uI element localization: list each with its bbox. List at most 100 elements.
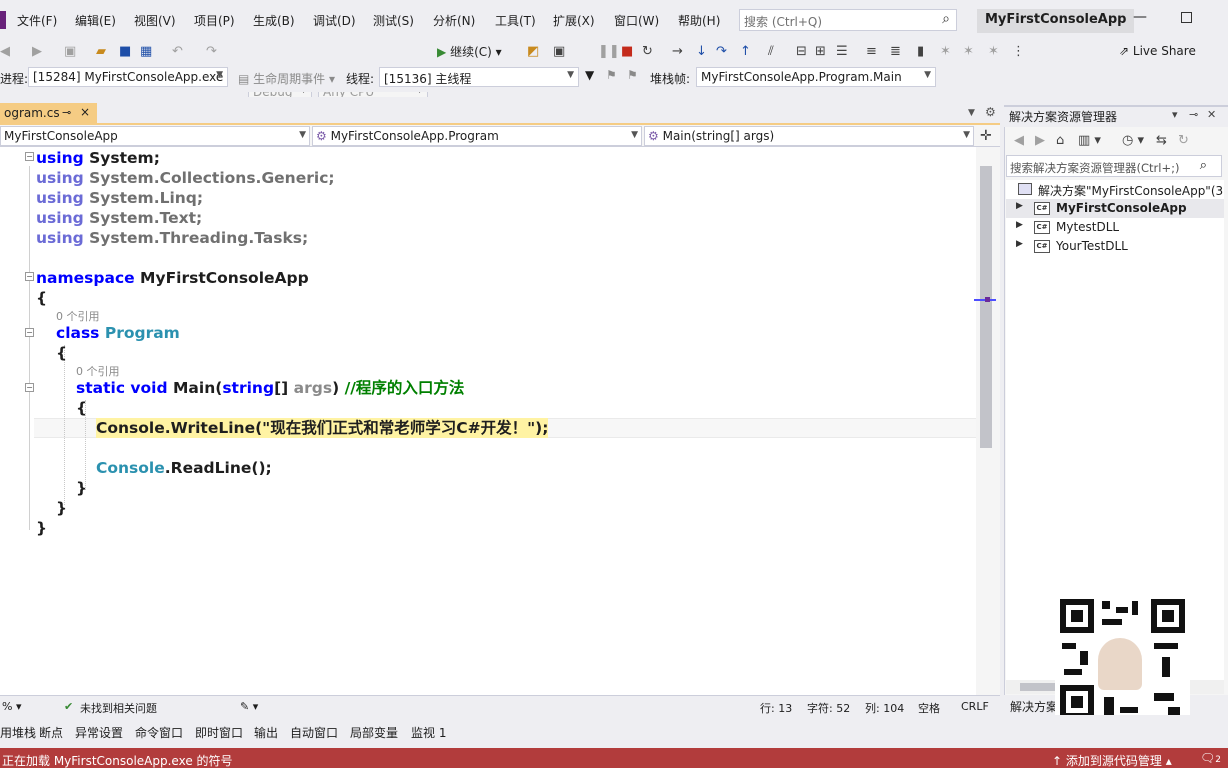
home-icon[interactable]: ⌂ <box>1056 133 1064 148</box>
collapse-namespace-icon[interactable]: − <box>25 272 34 281</box>
tree-item-solution[interactable]: 解决方案"MyFirstConsoleApp"(3 <box>1006 180 1224 199</box>
lifecycle-events[interactable]: ▤ 生命周期事件 ▾ <box>238 70 335 87</box>
whitespace-mode[interactable]: 空格 <box>918 700 940 716</box>
flag-threads-icon[interactable]: ⚑ <box>606 68 617 82</box>
toolbar-options-icon[interactable]: ⋮ <box>1012 44 1025 59</box>
uncomment-icon[interactable]: ≣ <box>890 44 901 59</box>
tab-exception-settings[interactable]: 异常设置 <box>75 724 123 741</box>
pause-icon[interactable]: ❚❚ <box>598 44 620 59</box>
stop-icon[interactable]: ■ <box>621 44 633 59</box>
tree-item-project[interactable]: ▶ C# MytestDLL <box>1006 218 1224 237</box>
menu-tools[interactable]: 工具(T) <box>495 12 536 29</box>
menu-window[interactable]: 窗口(W) <box>614 12 659 29</box>
source-control-button[interactable]: ↑ 添加到源代码管理 ▴ <box>1052 752 1172 768</box>
tab-watch-1[interactable]: 监视 1 <box>411 724 446 741</box>
line-ending[interactable]: CRLF <box>961 700 989 713</box>
collapse-method-icon[interactable]: − <box>25 383 34 392</box>
tree-item-project[interactable]: ▶ C# YourTestDLL <box>1006 237 1224 256</box>
tab-command-window[interactable]: 命令窗口 <box>135 724 183 741</box>
tab-breakpoints[interactable]: 断点 <box>39 724 63 741</box>
prev-bookmark-icon[interactable]: ✶ <box>940 44 951 59</box>
live-share-button[interactable]: ⇗ Live Share <box>1119 44 1196 58</box>
hot-reload-icon[interactable]: ⫽ <box>768 44 774 59</box>
bookmark-icon[interactable]: ▮ <box>917 44 924 59</box>
save-all-icon[interactable]: ▦ <box>140 44 152 59</box>
tab-overflow-icon[interactable]: ▼ <box>968 108 975 118</box>
step-over-icon[interactable]: ↷ <box>716 44 727 59</box>
tab-locals[interactable]: 局部变量 <box>350 724 398 741</box>
restart-icon[interactable]: ↻ <box>642 44 653 59</box>
stackframe-select[interactable]: MyFirstConsoleApp.Program.Main ▼ <box>696 67 936 87</box>
tab-autos[interactable]: 自动窗口 <box>290 724 338 741</box>
back-icon[interactable]: ◀ <box>0 44 10 59</box>
toggle-tracepoint-icon[interactable]: ⊟ <box>796 44 807 59</box>
codelens-references[interactable]: 0 个引用 <box>76 363 120 379</box>
member-nav-select[interactable]: ⚙ Main(string[] args) ▼ <box>644 126 974 146</box>
pin-icon[interactable]: ⊸ <box>1189 108 1198 121</box>
menu-extensions[interactable]: 扩展(X) <box>553 12 595 29</box>
tab-call-stack[interactable]: 用堆栈 <box>0 724 36 741</box>
menu-edit[interactable]: 编辑(E) <box>75 12 116 29</box>
menu-test[interactable]: 测试(S) <box>373 12 414 29</box>
brush-icon[interactable]: ✎ ▾ <box>240 700 258 713</box>
step-into-icon[interactable]: ↓ <box>696 44 707 59</box>
open-folder-icon[interactable]: ▰ <box>96 44 106 59</box>
panel-menu-icon[interactable]: ▾ <box>1172 108 1178 121</box>
menu-build[interactable]: 生成(B) <box>253 12 295 29</box>
menu-analyze[interactable]: 分析(N) <box>433 12 475 29</box>
screenshot-icon[interactable]: ▣ <box>553 44 565 59</box>
show-next-statement-icon[interactable]: → <box>672 44 683 59</box>
sync-icon[interactable]: ⇆ <box>1156 133 1167 148</box>
project-nav-select[interactable]: MyFirstConsoleApp ▼ <box>0 126 310 146</box>
clear-bookmarks-icon[interactable]: ✶ <box>988 44 999 59</box>
forward-icon[interactable]: ▶ <box>32 44 42 59</box>
codelens-references[interactable]: 0 个引用 <box>56 308 100 324</box>
collapse-using-icon[interactable]: − <box>25 152 34 161</box>
tab-output[interactable]: 输出 <box>254 724 278 741</box>
collapse-class-icon[interactable]: − <box>25 328 34 337</box>
tab-program-cs[interactable]: ogram.cs ⊸ × <box>0 103 97 125</box>
save-icon[interactable]: ■ <box>119 44 131 59</box>
flag-icon[interactable]: ⚑ <box>627 68 638 82</box>
breakpoint-window-icon[interactable]: ⊞ <box>815 44 826 59</box>
new-item-icon[interactable]: ▣ <box>64 44 76 59</box>
tree-item-project[interactable]: ▶ C# MyFirstConsoleApp <box>1006 199 1224 218</box>
menu-file[interactable]: 文件(F) <box>17 12 57 29</box>
issues-status[interactable]: 未找到相关问题 <box>80 700 157 716</box>
gear-icon[interactable]: ⚙ <box>985 105 996 119</box>
close-icon[interactable]: × <box>80 105 90 119</box>
expand-icon[interactable]: ▶ <box>1016 220 1023 230</box>
expand-icon[interactable]: ▶ <box>1016 239 1023 249</box>
back-icon[interactable]: ◀ <box>1014 133 1024 148</box>
menu-view[interactable]: 视图(V) <box>134 12 176 29</box>
maximize-icon[interactable] <box>1181 12 1192 23</box>
close-icon[interactable]: ✕ <box>1207 108 1216 121</box>
menu-help[interactable]: 帮助(H) <box>678 12 720 29</box>
expand-icon[interactable]: ▶ <box>1016 201 1023 211</box>
refresh-icon[interactable]: ↻ <box>1178 133 1189 148</box>
next-bookmark-icon[interactable]: ✶ <box>963 44 974 59</box>
continue-button[interactable]: ▶ 继续(C) ▾ <box>437 43 502 60</box>
process-select[interactable]: [15284] MyFirstConsoleApp.exe ▼ <box>28 67 228 87</box>
filter-icon[interactable]: ▼ <box>585 68 594 82</box>
format-icon[interactable]: ☰ <box>836 44 848 59</box>
step-out-icon[interactable]: ↑ <box>740 44 751 59</box>
scrollbar-thumb[interactable] <box>980 166 992 448</box>
pending-changes-icon[interactable]: ◷ ▾ <box>1122 133 1144 148</box>
visual-studio-logo-icon[interactable] <box>0 11 6 29</box>
thread-select[interactable]: [15136] 主线程 ▼ <box>379 67 579 87</box>
redo-icon[interactable]: ↷ <box>206 44 217 59</box>
forward-icon[interactable]: ▶ <box>1035 133 1045 148</box>
zoom-select[interactable]: % ▾ <box>2 700 21 713</box>
tab-immediate-window[interactable]: 即时窗口 <box>195 724 243 741</box>
menu-project[interactable]: 项目(P) <box>194 12 235 29</box>
notifications-icon[interactable]: 🗨2 <box>1200 751 1221 765</box>
split-editor-icon[interactable]: ✛ <box>980 128 992 144</box>
undo-icon[interactable]: ↶ <box>172 44 183 59</box>
comment-icon[interactable]: ≡ <box>866 44 877 59</box>
pin-icon[interactable]: ⊸ <box>62 106 71 119</box>
search-input[interactable]: 搜索 (Ctrl+Q) ⌕ <box>739 9 957 31</box>
solution-search-input[interactable]: 搜索解决方案资源管理器(Ctrl+;) ⌕ <box>1006 155 1222 177</box>
attach-icon[interactable]: ◩ <box>527 44 539 59</box>
switch-views-icon[interactable]: ▥ ▾ <box>1078 133 1101 148</box>
